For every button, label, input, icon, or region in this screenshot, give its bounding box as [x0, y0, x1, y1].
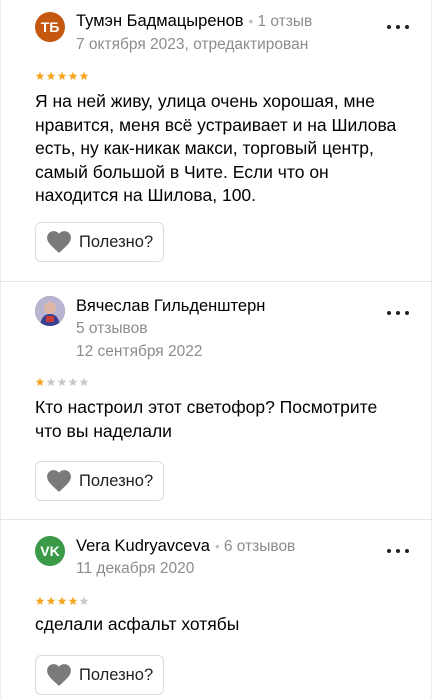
star-filled-icon [57, 71, 67, 80]
useful-label: Полезно? [79, 665, 154, 684]
star-filled-icon [68, 596, 78, 605]
author-name[interactable]: Vera Kudryavceva [76, 537, 210, 556]
star-filled-icon [57, 596, 67, 605]
review-card: ТБ Тумэн Бадмацыренов • 1 отзыв 7 октябр… [0, 0, 432, 281]
review-text: сделали асфальт хотябы [35, 614, 240, 634]
review-card: Вячеслав Гильденштерн 5 отзывов 12 сентя… [0, 282, 432, 519]
heart-icon [47, 231, 71, 253]
separator-dot: • [214, 538, 220, 554]
star-empty-icon [68, 377, 78, 386]
rating-stars [35, 71, 89, 81]
star-filled-icon [79, 71, 89, 80]
star-empty-icon [79, 377, 89, 386]
review-card: VK Vera Kudryavceva • 6 отзывов 11 декаб… [0, 520, 432, 699]
review-text: Кто настроил этот светофор? Посмотрите ч… [35, 397, 378, 441]
author-row: Вячеслав Гильденштерн [76, 297, 265, 316]
useful-button[interactable]: Полезно? [35, 461, 164, 501]
useful-label: Полезно? [79, 471, 154, 490]
more-dots-icon[interactable] [387, 306, 409, 320]
author-row: Тумэн Бадмацыренов • 1 отзыв [76, 12, 312, 31]
avatar[interactable] [35, 296, 65, 326]
author-review-count: 5 отзывов [76, 320, 148, 337]
review-text: Я на ней живу, улица очень хорошая, мне … [35, 91, 397, 205]
star-filled-icon [46, 596, 56, 605]
star-filled-icon [46, 71, 56, 80]
star-empty-icon [46, 377, 56, 386]
star-filled-icon [68, 71, 78, 80]
star-empty-icon [57, 377, 67, 386]
review-date: 11 декабря 2020 [76, 560, 195, 577]
review-date: 12 сентября 2022 [76, 343, 203, 360]
author-row: Vera Kudryavceva • 6 отзывов [76, 537, 295, 556]
star-filled-icon [35, 596, 45, 605]
avatar-photo [35, 296, 65, 326]
author-review-count: 1 отзыв [257, 13, 313, 30]
more-dots-icon[interactable] [387, 20, 409, 34]
star-empty-icon [79, 596, 89, 605]
rating-stars [35, 377, 89, 387]
avatar-initials: ТБ [40, 19, 60, 35]
separator-dot: • [248, 13, 254, 29]
useful-button[interactable]: Полезно? [35, 655, 164, 695]
useful-button[interactable]: Полезно? [35, 222, 164, 262]
avatar-initials: VK [40, 543, 60, 559]
star-filled-icon [35, 71, 45, 80]
review-date: 7 октября 2023, отредактирован [76, 36, 309, 53]
author-name[interactable]: Вячеслав Гильденштерн [76, 297, 265, 316]
reviews-list: ТБ Тумэн Бадмацыренов • 1 отзыв 7 октябр… [0, 0, 432, 699]
author-review-count: 6 отзывов [223, 538, 296, 555]
rating-stars [35, 596, 89, 606]
more-dots-icon[interactable] [387, 544, 409, 558]
heart-icon [47, 664, 71, 686]
heart-icon [47, 470, 71, 492]
useful-label: Полезно? [79, 232, 154, 251]
avatar[interactable]: ТБ [35, 12, 65, 42]
star-filled-icon [35, 377, 45, 386]
author-name[interactable]: Тумэн Бадмацыренов [76, 12, 244, 31]
avatar[interactable]: VK [35, 536, 65, 566]
